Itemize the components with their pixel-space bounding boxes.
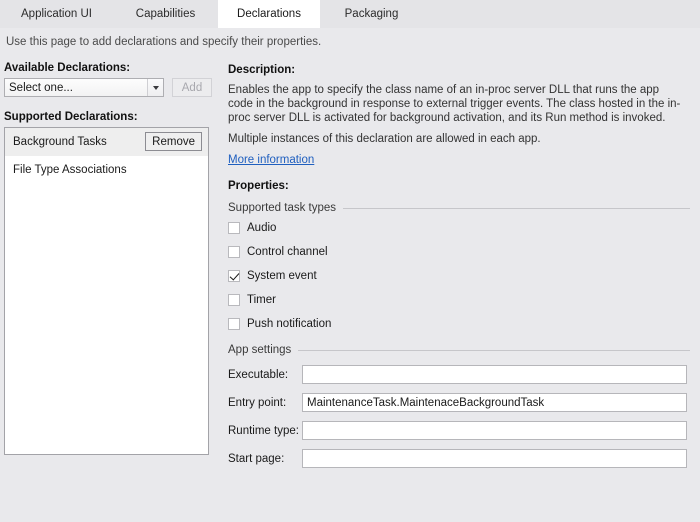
tab-declarations[interactable]: Declarations [218, 0, 320, 28]
description-heading: Description: [228, 64, 296, 76]
tab-packaging[interactable]: Packaging [320, 0, 423, 28]
field-row-entry-point: Entry point: [228, 393, 690, 412]
checkbox-row-timer[interactable]: Timer [228, 289, 690, 310]
tab-label: Declarations [237, 8, 301, 20]
list-item-label: File Type Associations [13, 164, 127, 176]
declaration-select-value: Select one... [9, 81, 73, 94]
list-item[interactable]: Background Tasks Remove [5, 128, 208, 156]
list-item[interactable]: File Type Associations [5, 156, 208, 184]
more-information-link[interactable]: More information [228, 154, 314, 166]
group-divider [343, 207, 690, 209]
right-pane: Description: Enables the app to specify … [228, 64, 690, 468]
description-paragraph: Multiple instances of this declaration a… [228, 133, 541, 145]
field-row-start-page: Start page: [228, 449, 690, 468]
tab-capabilities[interactable]: Capabilities [113, 0, 218, 28]
field-label: Runtime type: [228, 424, 299, 437]
checkbox-row-audio[interactable]: Audio [228, 217, 690, 238]
supported-declarations-label: Supported Declarations: [4, 111, 138, 123]
executable-input[interactable] [302, 365, 687, 384]
available-declarations-row: Select one... Add [4, 78, 213, 97]
field-label: Start page: [228, 452, 285, 465]
checkbox-row-system-event[interactable]: System event [228, 265, 690, 286]
supported-declarations-list[interactable]: Background Tasks Remove File Type Associ… [4, 127, 209, 455]
checkbox-timer[interactable] [228, 293, 240, 306]
declaration-select[interactable]: Select one... [4, 78, 164, 97]
checkbox-audio[interactable] [228, 221, 240, 234]
field-label: Entry point: [228, 396, 287, 409]
field-label: Executable: [228, 368, 289, 381]
description-paragraph: Enables the app to specify the class nam… [228, 84, 681, 124]
app-settings-group-header: App settings [228, 344, 690, 356]
supported-task-types-group-header: Supported task types [228, 202, 690, 214]
checkbox-label: Push notification [247, 317, 332, 330]
start-page-input[interactable] [302, 449, 687, 468]
runtime-type-input[interactable] [302, 421, 687, 440]
page-description: Use this page to add declarations and sp… [6, 36, 322, 48]
checkbox-label: Timer [247, 293, 276, 306]
chevron-down-icon[interactable] [147, 79, 163, 96]
tab-label: Application UI [21, 8, 92, 20]
properties-heading: Properties: [228, 180, 289, 192]
group-label: App settings [228, 344, 292, 356]
group-divider [298, 349, 690, 351]
group-label: Supported task types [228, 202, 337, 214]
tab-bar: Application UI Capabilities Declarations… [0, 0, 700, 28]
checkbox-label: Control channel [247, 245, 328, 258]
entry-point-input[interactable] [302, 393, 687, 412]
tab-application-ui[interactable]: Application UI [0, 0, 113, 28]
available-declarations-label: Available Declarations: [4, 62, 131, 74]
remove-button[interactable]: Remove [145, 132, 202, 151]
field-row-runtime-type: Runtime type: [228, 421, 690, 440]
checkbox-push-notification[interactable] [228, 317, 240, 330]
checkbox-label: System event [247, 269, 317, 282]
add-button[interactable]: Add [172, 78, 212, 97]
checkbox-control-channel[interactable] [228, 245, 240, 258]
checkbox-row-control-channel[interactable]: Control channel [228, 241, 690, 262]
checkbox-row-push-notification[interactable]: Push notification [228, 313, 690, 334]
tab-label: Capabilities [135, 8, 196, 20]
checkbox-system-event[interactable] [228, 269, 240, 282]
left-pane: Available Declarations: Select one... Ad… [0, 62, 213, 455]
list-item-label: Background Tasks [13, 136, 107, 148]
field-row-executable: Executable: [228, 365, 690, 384]
checkbox-label: Audio [247, 221, 277, 234]
tab-label: Packaging [344, 8, 399, 20]
